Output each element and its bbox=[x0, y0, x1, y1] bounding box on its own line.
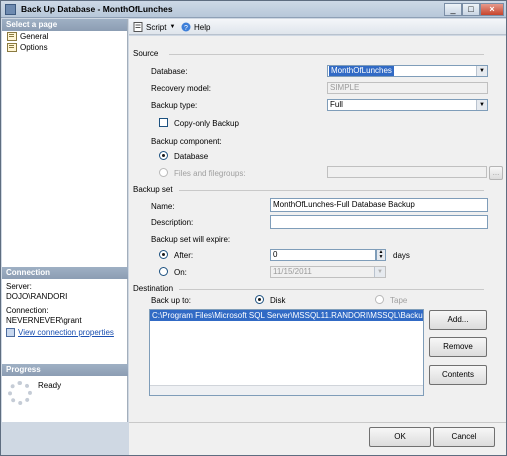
maximize-button[interactable]: □ bbox=[462, 3, 480, 16]
left-pane: Select a page General Options Connection… bbox=[2, 19, 128, 422]
ok-button[interactable]: OK bbox=[369, 427, 431, 447]
chevron-down-icon[interactable]: ▼ bbox=[476, 66, 487, 76]
close-button[interactable]: × bbox=[480, 3, 504, 16]
dialog-button-bar: OK Cancel bbox=[129, 422, 506, 455]
backup-set-name-input[interactable]: MonthOfLunches-Full Database Backup bbox=[270, 198, 488, 212]
days-label: days bbox=[393, 251, 410, 260]
database-icon bbox=[5, 4, 16, 15]
page-icon bbox=[7, 43, 17, 52]
server-value: DOJO\RANDORI bbox=[6, 291, 68, 301]
help-button[interactable]: ? Help bbox=[181, 21, 210, 33]
add-destination-button[interactable]: Add... bbox=[429, 310, 487, 330]
view-connection-properties-label: View connection properties bbox=[18, 328, 114, 337]
window-title: Back Up Database - MonthOfLunches bbox=[21, 4, 173, 14]
days-spinner[interactable]: ▲ ▼ bbox=[376, 249, 386, 261]
backup-set-divider bbox=[179, 190, 484, 191]
page-item-options[interactable]: Options bbox=[2, 42, 127, 53]
help-icon: ? bbox=[181, 22, 191, 32]
database-combo[interactable]: MonthOfLunches ▼ bbox=[327, 65, 488, 77]
view-connection-properties-link[interactable]: View connection properties bbox=[2, 328, 128, 337]
copy-only-checkbox[interactable] bbox=[159, 118, 168, 127]
database-radio[interactable] bbox=[159, 151, 168, 160]
script-icon bbox=[133, 22, 143, 32]
files-filegroups-label: Files and filegroups: bbox=[174, 169, 246, 178]
source-header: Source bbox=[133, 49, 159, 58]
connection-info: Server: DOJO\RANDORI Connection: NEVERNE… bbox=[2, 279, 128, 328]
page-item-label: Options bbox=[20, 43, 48, 52]
connection-label: Connection: bbox=[6, 306, 49, 315]
help-label: Help bbox=[194, 22, 211, 32]
toolbar: Script ▼ ? Help bbox=[129, 19, 506, 35]
cancel-button[interactable]: Cancel bbox=[433, 427, 495, 447]
tape-label: Tape bbox=[390, 296, 408, 305]
expire-after-label: After: bbox=[174, 251, 194, 260]
expire-label: Backup set will expire: bbox=[151, 235, 231, 244]
chevron-down-icon[interactable]: ▼ bbox=[476, 100, 487, 110]
files-filegroups-radio[interactable] bbox=[159, 168, 168, 177]
properties-icon bbox=[6, 328, 15, 337]
remove-destination-button[interactable]: Remove bbox=[429, 337, 487, 357]
minimize-button[interactable]: _ bbox=[444, 3, 462, 16]
title-bar[interactable]: Back Up Database - MonthOfLunches _ □ × bbox=[1, 1, 506, 18]
svg-text:?: ? bbox=[184, 25, 188, 32]
destination-list[interactable]: C:\Program Files\Microsoft SQL Server\MS… bbox=[149, 309, 424, 396]
backup-component-label: Backup component: bbox=[151, 137, 222, 146]
recovery-model-label: Recovery model: bbox=[151, 84, 212, 93]
destination-path-row[interactable]: C:\Program Files\Microsoft SQL Server\MS… bbox=[150, 310, 423, 321]
back-up-to-label: Back up to: bbox=[151, 296, 192, 305]
tape-radio[interactable] bbox=[375, 295, 384, 304]
horizontal-scrollbar[interactable] bbox=[150, 385, 423, 395]
script-button[interactable]: Script ▼ bbox=[133, 21, 175, 33]
contents-button[interactable]: Contents bbox=[429, 365, 487, 385]
source-divider bbox=[169, 54, 484, 55]
chevron-down-icon[interactable]: ▼ bbox=[374, 267, 385, 277]
chevron-down-icon: ▼ bbox=[169, 24, 176, 30]
browse-files-button[interactable]: ... bbox=[489, 166, 503, 180]
copy-only-label: Copy-only Backup bbox=[174, 119, 239, 128]
select-page-header: Select a page bbox=[2, 19, 127, 31]
connection-section: Connection Server: DOJO\RANDORI Connecti… bbox=[2, 267, 128, 337]
backup-dialog: Back Up Database - MonthOfLunches _ □ × … bbox=[0, 0, 507, 456]
recovery-model-field: SIMPLE bbox=[327, 82, 488, 94]
backup-type-combo[interactable]: Full ▼ bbox=[327, 99, 488, 111]
progress-spinner-icon bbox=[8, 381, 32, 405]
general-page-form: Source Database: MonthOfLunches ▼ Recove… bbox=[129, 36, 506, 422]
expire-after-radio[interactable] bbox=[159, 250, 168, 259]
connection-header: Connection bbox=[2, 267, 128, 279]
expire-date-picker[interactable]: 11/15/2011 ▼ bbox=[270, 266, 386, 278]
expire-date-value: 11/15/2011 bbox=[273, 267, 312, 276]
disk-radio[interactable] bbox=[255, 295, 264, 304]
destination-divider bbox=[179, 289, 484, 290]
progress-header: Progress bbox=[2, 364, 128, 376]
destination-header: Destination bbox=[133, 284, 174, 293]
expire-on-radio[interactable] bbox=[159, 267, 168, 276]
description-label: Description: bbox=[151, 218, 194, 227]
script-label: Script bbox=[146, 22, 167, 32]
page-icon bbox=[7, 32, 17, 41]
expire-days-input[interactable]: 0 bbox=[270, 249, 376, 261]
disk-label: Disk bbox=[270, 296, 286, 305]
progress-status: Ready bbox=[38, 381, 62, 390]
backup-set-header: Backup set bbox=[133, 185, 173, 194]
database-radio-label: Database bbox=[174, 152, 209, 161]
server-label: Server: bbox=[6, 282, 32, 291]
connection-value: NEVERNEVER\grant bbox=[6, 315, 82, 325]
backup-set-name-label: Name: bbox=[151, 202, 175, 211]
files-filegroups-field bbox=[327, 166, 487, 178]
page-item-general[interactable]: General bbox=[2, 31, 127, 42]
backup-type-value: Full bbox=[330, 100, 343, 109]
page-item-label: General bbox=[20, 32, 49, 41]
backup-type-label: Backup type: bbox=[151, 101, 198, 110]
progress-section: Progress Ready bbox=[2, 364, 128, 405]
database-label: Database: bbox=[151, 67, 188, 76]
database-value: MonthOfLunches bbox=[329, 66, 394, 76]
expire-on-label: On: bbox=[174, 268, 187, 277]
description-input[interactable] bbox=[270, 215, 488, 229]
